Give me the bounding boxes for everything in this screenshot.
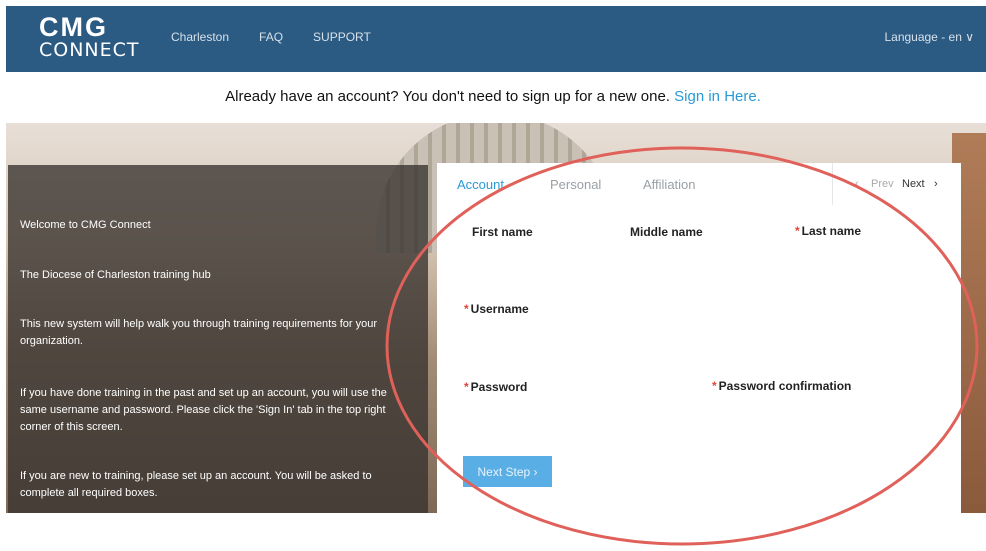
form-pager: ‹ Prev Next › — [832, 163, 961, 205]
language-selector[interactable]: Language - en ∨ — [884, 30, 974, 44]
nav-faq[interactable]: FAQ — [259, 30, 283, 44]
cmg-connect-logo[interactable]: CMG CONNECT — [39, 14, 140, 60]
required-asterisk: * — [464, 380, 469, 394]
required-asterisk: * — [712, 379, 717, 393]
first-name-label: First name — [472, 225, 533, 239]
tab-affiliation[interactable]: Affiliation — [643, 177, 696, 192]
nav-support[interactable]: SUPPORT — [313, 30, 371, 44]
prev-button[interactable]: Prev — [871, 178, 894, 190]
chevron-right-icon: › — [934, 178, 938, 190]
welcome-paragraph-1: This new system will help walk you throu… — [20, 318, 378, 347]
required-asterisk: * — [795, 224, 800, 238]
main-nav: Charleston FAQ SUPPORT — [171, 30, 371, 44]
nav-charleston[interactable]: Charleston — [171, 30, 229, 44]
signup-form: Account Personal Affiliation ‹ Prev Next… — [437, 163, 961, 513]
tab-account[interactable]: Account — [457, 177, 504, 192]
last-name-label: * Last name — [795, 224, 862, 238]
sign-in-link[interactable]: Sign in Here. — [674, 88, 761, 105]
chevron-left-icon: ‹ — [855, 178, 859, 190]
welcome-panel: Welcome to CMG Connect The Diocese of Ch… — [8, 165, 428, 513]
logo-text-top: CMG — [39, 12, 108, 42]
welcome-paragraph-2: If you have done training in the past an… — [20, 387, 387, 433]
next-step-button[interactable]: Next Step › — [463, 456, 552, 487]
welcome-title: Welcome to CMG Connect — [20, 219, 151, 231]
password-label: * Password — [464, 380, 528, 394]
tab-personal[interactable]: Personal — [550, 177, 601, 192]
banner-text: Already have an account? You don't need … — [225, 88, 670, 105]
welcome-subtitle: The Diocese of Charleston training hub — [20, 269, 211, 281]
top-header: CMG CONNECT Charleston FAQ SUPPORT Langu… — [6, 6, 986, 72]
username-label: * Username — [464, 302, 529, 316]
form-tabs: Account Personal Affiliation ‹ Prev Next… — [437, 163, 961, 205]
required-asterisk: * — [464, 302, 469, 316]
welcome-paragraph-3: If you are new to training, please set u… — [20, 470, 372, 499]
sign-in-banner: Already have an account? You don't need … — [0, 88, 986, 105]
middle-name-label: Middle name — [630, 225, 703, 239]
next-button[interactable]: Next — [902, 178, 925, 190]
logo-text-bottom: CONNECT — [39, 39, 140, 61]
password-confirmation-label: * Password confirmation — [712, 379, 852, 393]
